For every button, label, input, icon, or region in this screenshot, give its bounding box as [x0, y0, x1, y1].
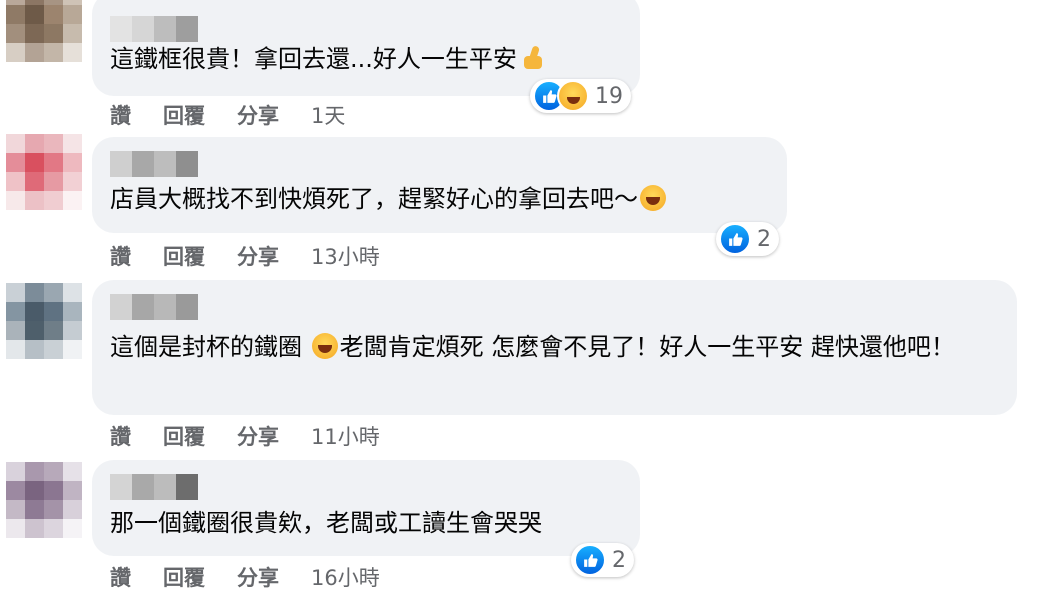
share-button[interactable]: 分享 — [237, 100, 279, 130]
comment-text: 店員大概找不到快煩死了，趕緊好心的拿回去吧～ — [110, 182, 668, 217]
avatar[interactable] — [6, 134, 82, 210]
commenter-name-blurred[interactable] — [110, 294, 198, 320]
comment-timestamp[interactable]: 1天 — [311, 100, 345, 130]
thumbs-up-emoji-icon — [519, 45, 545, 71]
avatar[interactable] — [6, 283, 82, 359]
comment-text-part: 這個是封杯的鐵圈 — [110, 333, 302, 361]
like-button[interactable]: 讚 — [110, 421, 131, 451]
share-button[interactable]: 分享 — [237, 241, 279, 271]
reaction-count: 2 — [612, 547, 626, 573]
reaction-summary[interactable]: 19 — [530, 79, 631, 113]
comment-actions: 讚 回覆 分享 11小時 — [110, 421, 380, 451]
rolling-laughing-emoji-icon — [311, 333, 338, 359]
share-button[interactable]: 分享 — [237, 421, 279, 451]
comment-text-part: 老闆肯定煩死 怎麼會不見了！好人一生平安 趕快還他吧！ — [339, 333, 955, 361]
like-button[interactable]: 讚 — [110, 241, 131, 271]
comment-timestamp[interactable]: 11小時 — [311, 421, 380, 451]
reaction-summary[interactable]: 2 — [716, 222, 779, 256]
like-button[interactable]: 讚 — [110, 100, 131, 130]
comment-bubble: 這個是封杯的鐵圈 老闆肯定煩死 怎麼會不見了！好人一生平安 趕快還他吧！ — [92, 280, 1017, 415]
rolling-laughing-emoji-icon — [640, 185, 666, 211]
reaction-count: 2 — [757, 226, 771, 252]
like-reaction-icon — [719, 223, 751, 255]
like-reaction-icon — [574, 544, 606, 576]
comment-actions: 讚 回覆 分享 1天 — [110, 100, 345, 130]
comment-actions: 讚 回覆 分享 13小時 — [110, 241, 380, 271]
avatar[interactable] — [6, 0, 82, 62]
comment-text: 那一個鐵圈很貴欸，老闆或工讀生會哭哭 — [110, 506, 542, 541]
reply-button[interactable]: 回覆 — [163, 100, 205, 130]
like-button[interactable]: 讚 — [110, 562, 131, 592]
commenter-name-blurred[interactable] — [110, 151, 198, 177]
comment-text-part: 那一個鐵圈很貴欸，老闆或工讀生會哭哭 — [110, 509, 542, 537]
haha-reaction-icon — [557, 80, 589, 112]
comment-timestamp[interactable]: 13小時 — [311, 241, 380, 271]
reply-button[interactable]: 回覆 — [163, 241, 205, 271]
comment-actions: 讚 回覆 分享 16小時 — [110, 562, 380, 592]
comment-timestamp[interactable]: 16小時 — [311, 562, 380, 592]
reply-button[interactable]: 回覆 — [163, 562, 205, 592]
commenter-name-blurred[interactable] — [110, 16, 198, 42]
avatar[interactable] — [6, 462, 82, 538]
share-button[interactable]: 分享 — [237, 562, 279, 592]
reply-button[interactable]: 回覆 — [163, 421, 205, 451]
reaction-count: 19 — [595, 83, 623, 109]
comment-text-part: 店員大概找不到快煩死了，趕緊好心的拿回去吧～ — [110, 185, 638, 213]
comment-text-part: 這鐵框很貴！拿回去還...好人一生平安 — [110, 45, 517, 73]
comment-text: 這個是封杯的鐵圈 老闆肯定煩死 怎麼會不見了！好人一生平安 趕快還他吧！ — [110, 330, 995, 365]
reaction-summary[interactable]: 2 — [571, 543, 634, 577]
comment-text: 這鐵框很貴！拿回去還...好人一生平安 — [110, 42, 547, 77]
comment-bubble: 那一個鐵圈很貴欸，老闆或工讀生會哭哭 — [92, 460, 640, 556]
commenter-name-blurred[interactable] — [110, 474, 198, 500]
comment-bubble: 店員大概找不到快煩死了，趕緊好心的拿回去吧～ — [92, 137, 787, 233]
